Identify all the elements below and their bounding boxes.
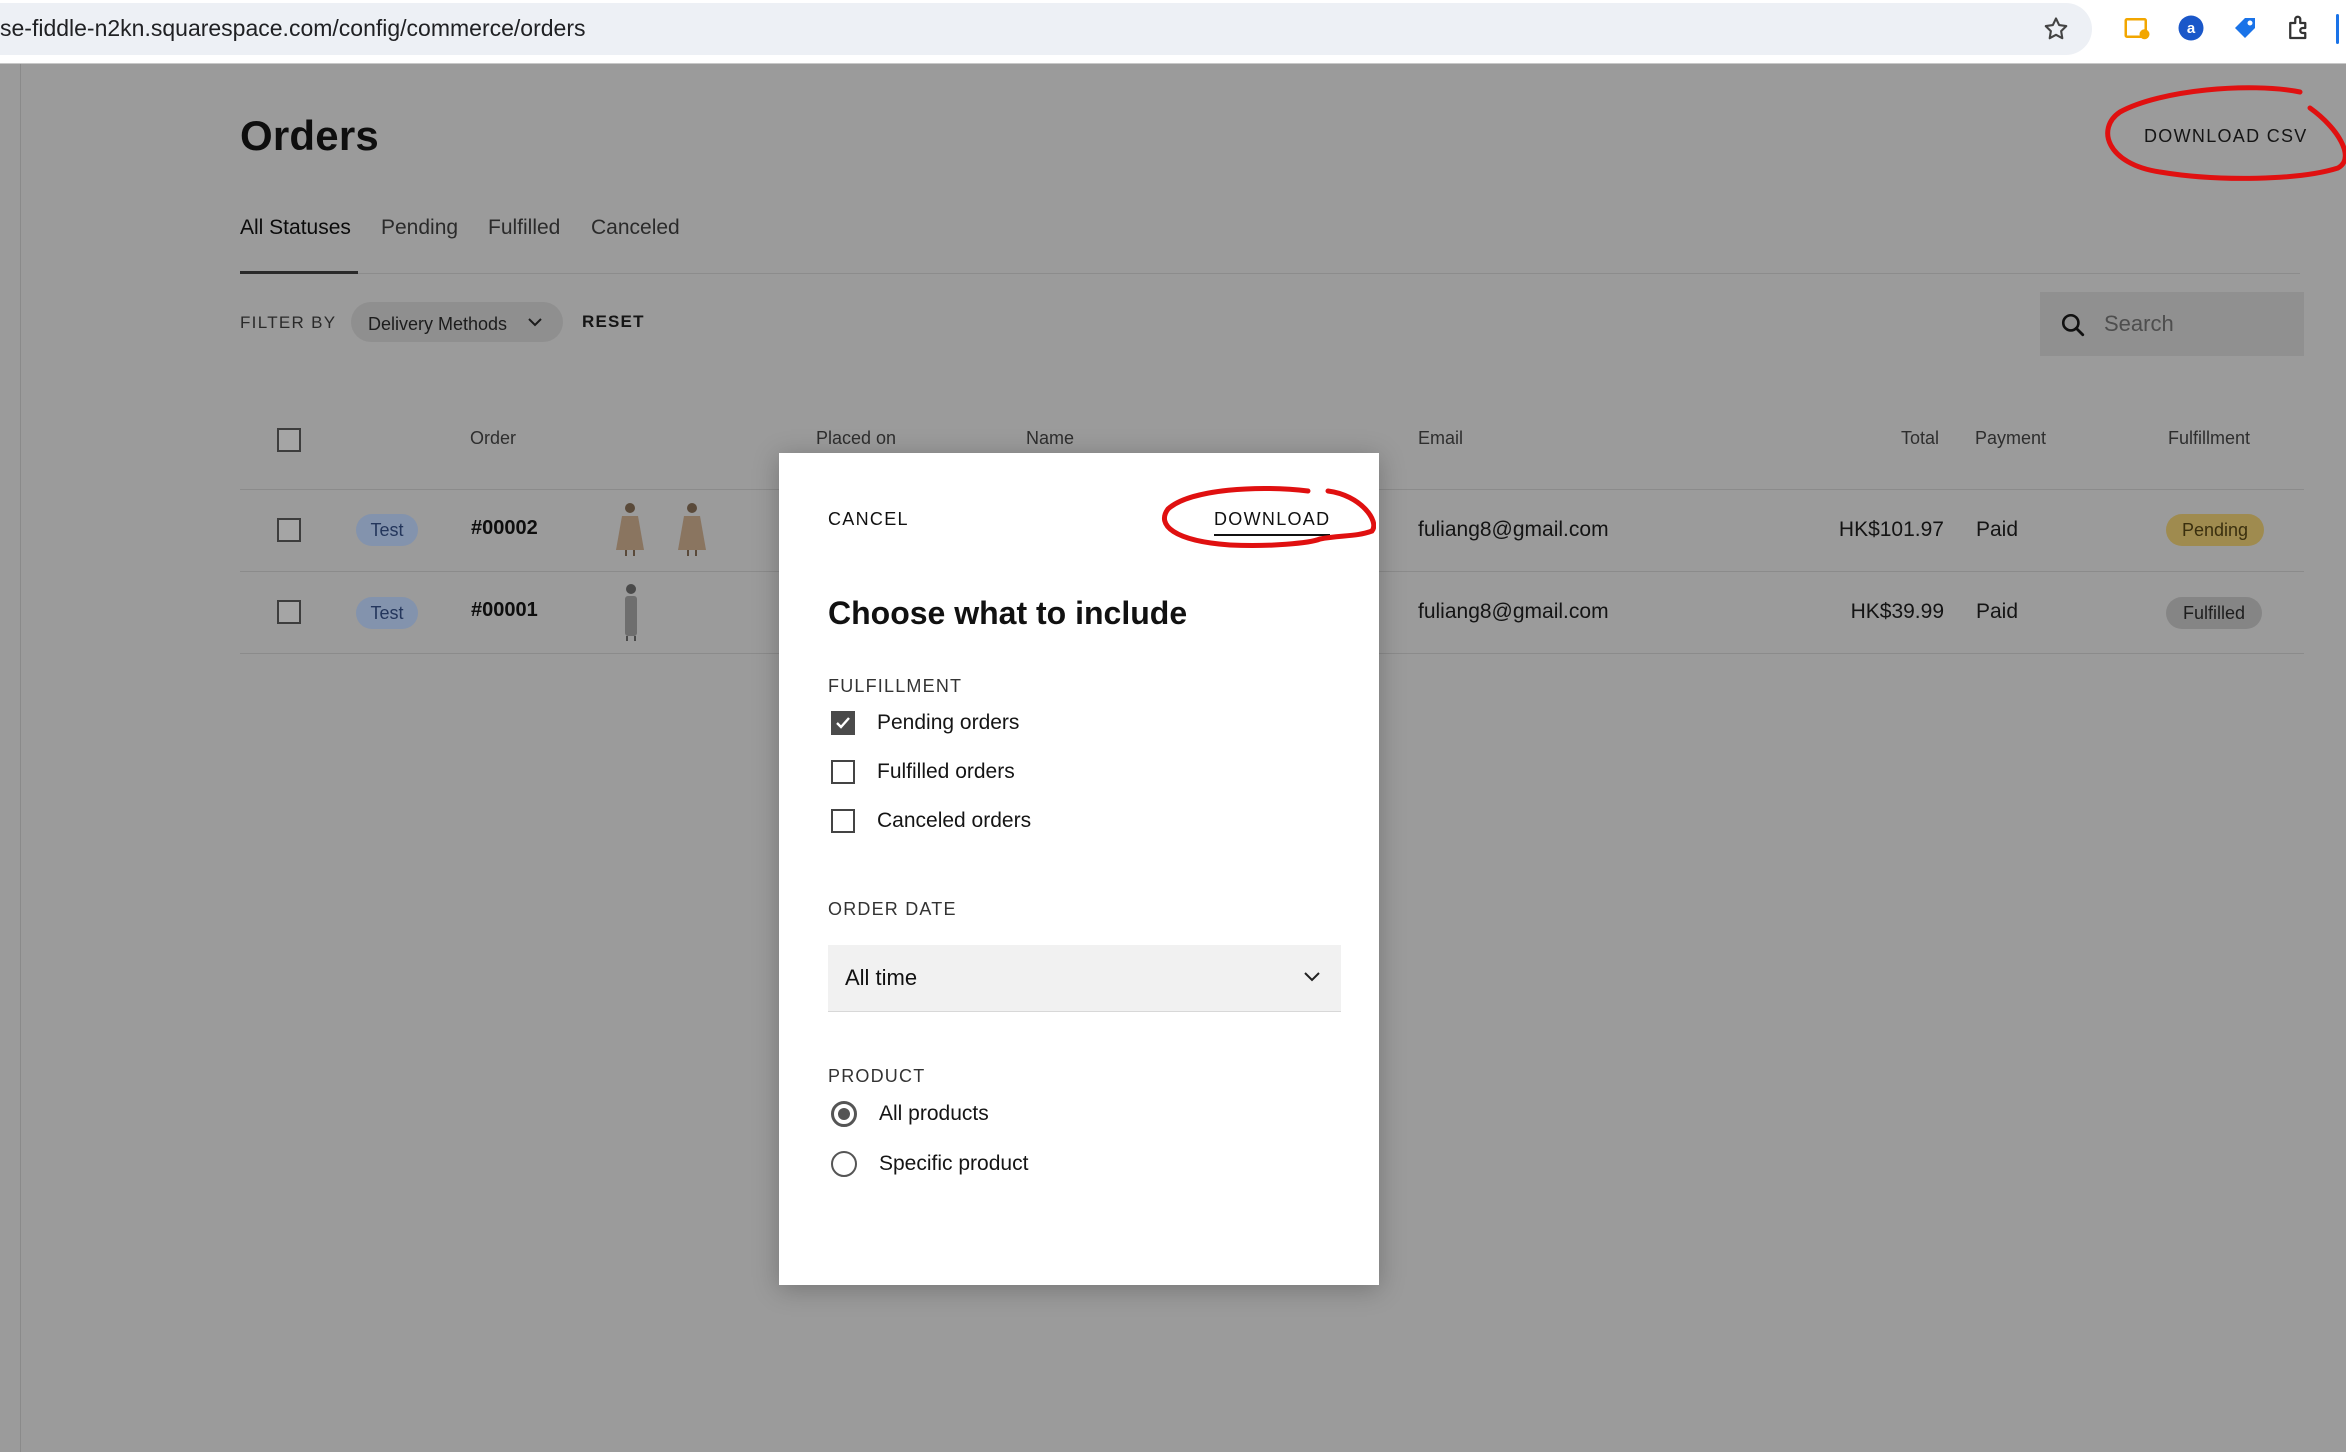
order-date-value: All time [845,965,918,990]
order-number[interactable]: #00001 [471,599,538,622]
all-products-label: All products [879,1102,989,1125]
payment-status: Paid [1976,518,2019,541]
search-box [2040,292,2304,356]
toolbar-separator [2336,14,2339,44]
product-thumbnail-outfit [625,584,637,641]
order-email: fuliang8@gmail.com [1418,600,1609,623]
column-header-name[interactable]: Name [1026,428,1074,449]
chevron-down-icon [528,318,542,327]
tab-fulfilled[interactable]: Fulfilled [488,216,560,240]
column-header-email[interactable]: Email [1418,428,1463,449]
download-button[interactable]: DOWNLOAD [1214,509,1331,536]
column-header-payment[interactable]: Payment [1975,428,2046,449]
sidebar-divider [20,64,21,1452]
fulfillment-badge-fulfilled: Fulfilled [2166,597,2262,629]
product-thumbnail-dress [616,503,644,556]
specific-product-radio[interactable]: Specific product [831,1148,1028,1180]
search-input[interactable] [2104,306,2284,342]
page-title: Orders [240,112,379,159]
column-header-total[interactable]: Total [1901,428,1939,449]
browser-toolbar: se-fiddle-n2kn.squarespace.com/config/co… [0,0,2346,64]
fulfillment-badge-pending: Pending [2166,514,2264,546]
tab-canceled[interactable]: Canceled [591,216,680,240]
order-total: HK$101.97 [1838,518,1944,541]
row-checkbox[interactable] [277,518,301,542]
tab-pending[interactable]: Pending [381,216,458,240]
pending-orders-checkbox[interactable]: Pending orders [831,707,1019,739]
address-bar[interactable]: se-fiddle-n2kn.squarespace.com/config/co… [0,3,2092,55]
column-header-fulfillment[interactable]: Fulfillment [2168,428,2250,449]
product-thumbnail-dress [678,503,706,556]
account-extension-icon[interactable]: a [2176,13,2206,43]
canceled-orders-label: Canceled orders [877,809,1032,832]
tab-all-statuses[interactable]: All Statuses [240,216,351,240]
payment-status: Paid [1976,600,2019,623]
bookmark-star-icon[interactable] [2042,15,2070,43]
column-header-order[interactable]: Order [470,428,516,449]
specific-product-label: Specific product [879,1152,1029,1175]
select-all-checkbox[interactable] [277,428,301,452]
order-date-select[interactable]: All time [828,945,1341,1012]
test-tag: Test [356,514,418,546]
download-csv-button[interactable]: DOWNLOAD CSV [2144,126,2308,147]
pending-orders-label: Pending orders [877,711,1020,734]
checkbox-checked[interactable] [831,711,855,735]
svg-text:a: a [2187,20,2196,37]
order-number[interactable]: #00002 [471,517,538,540]
order-date-section-label: ORDER DATE [828,899,957,919]
folder-extension-icon[interactable] [2122,13,2152,43]
active-tab-indicator [240,271,358,274]
checkbox-unchecked[interactable] [831,809,855,833]
reset-filter-button[interactable]: RESET [582,312,645,332]
radio-selected[interactable] [831,1101,857,1127]
puzzle-extensions-icon[interactable] [2284,13,2314,43]
delivery-methods-filter[interactable]: Delivery Methods [351,302,563,342]
fulfilled-orders-label: Fulfilled orders [877,760,1015,783]
delivery-methods-label: Delivery Methods [368,314,508,334]
checkmark-icon [836,717,850,729]
order-email: fuliang8@gmail.com [1418,518,1609,541]
fulfilled-orders-checkbox[interactable]: Fulfilled orders [831,756,1015,788]
test-tag: Test [356,597,418,629]
dialog-title: Choose what to include [828,595,1188,631]
fulfillment-section-label: FULFILLMENT [828,676,963,696]
checkbox-unchecked[interactable] [831,760,855,784]
column-header-placed-on[interactable]: Placed on [816,428,896,449]
url-text[interactable]: se-fiddle-n2kn.squarespace.com/config/co… [0,15,586,42]
chevron-down-icon [1304,972,1320,982]
status-tabs: All Statuses Pending Fulfilled Canceled [240,216,2300,274]
all-products-radio[interactable]: All products [831,1098,989,1130]
order-total: HK$39.99 [1850,600,1944,623]
tag-extension-icon[interactable] [2230,13,2260,43]
cancel-button[interactable]: CANCEL [828,509,909,530]
row-checkbox[interactable] [277,600,301,624]
filter-by-label: FILTER BY [240,313,337,332]
product-section-label: PRODUCT [828,1066,926,1086]
canceled-orders-checkbox[interactable]: Canceled orders [831,805,1031,837]
radio-unselected[interactable] [831,1151,857,1177]
search-icon [2061,313,2085,337]
download-csv-dialog: CANCEL DOWNLOAD Choose what to include F… [779,453,1379,1285]
